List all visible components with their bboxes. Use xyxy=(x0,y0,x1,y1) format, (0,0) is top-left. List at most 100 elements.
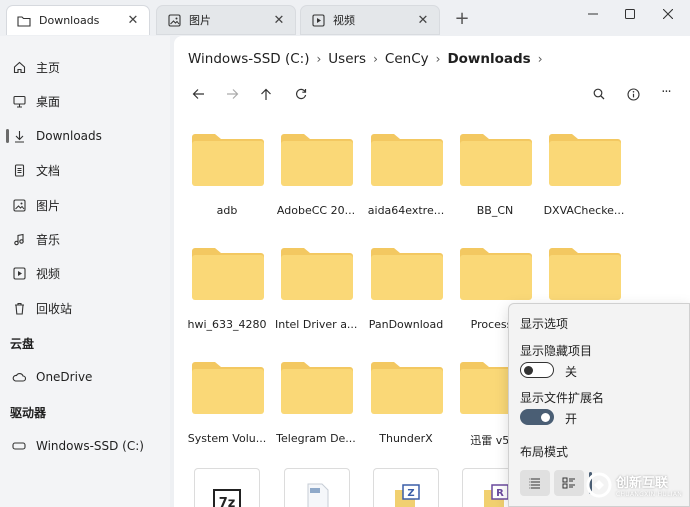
tab-videos[interactable]: 视频 ✕ xyxy=(300,5,440,35)
toggle-knob xyxy=(524,365,533,375)
plus-icon[interactable]: + xyxy=(452,8,472,29)
cloud-section-header: 云盘 xyxy=(10,337,35,351)
folder-item[interactable]: Intel Driver a... xyxy=(275,247,357,333)
file-item[interactable]: 7z xyxy=(194,468,260,507)
file-name: hwi_633_4280 xyxy=(187,318,267,331)
breadcrumb-separator[interactable]: › xyxy=(436,52,441,66)
sidebar-item-label: Downloads xyxy=(36,129,102,143)
toggle-knob xyxy=(541,412,550,422)
video-icon xyxy=(311,13,325,27)
close-tab-icon[interactable]: ✕ xyxy=(415,12,431,28)
sidebar-item-videos[interactable]: 视频 xyxy=(6,259,166,287)
close-tab-icon[interactable]: ✕ xyxy=(125,13,141,29)
more-options-button[interactable]: ··· xyxy=(654,80,678,104)
file-name: adb xyxy=(216,204,238,217)
folder-item[interactable]: BB_CN xyxy=(454,133,536,219)
file-name: System Volu... xyxy=(187,432,267,445)
svg-text:7z: 7z xyxy=(219,496,236,507)
layout-mode-label: 布局模式 xyxy=(520,445,569,459)
folder-item[interactable]: AdobeCC 20... xyxy=(275,133,357,219)
back-arrow-icon[interactable] xyxy=(186,82,210,106)
breadcrumb-segment[interactable]: Windows-SSD (C:) xyxy=(188,51,309,67)
file-name: Intel Driver a... xyxy=(275,318,357,331)
tab-downloads[interactable]: Downloads ✕ xyxy=(6,5,150,35)
folder-icon xyxy=(281,134,353,186)
folder-item[interactable]: adb xyxy=(186,133,268,219)
folder-item[interactable]: PanDownload xyxy=(365,247,447,333)
folder-icon xyxy=(460,248,532,300)
svg-text:R: R xyxy=(496,488,504,499)
sidebar-item-label: 回收站 xyxy=(36,301,73,316)
sidebar-item-label: 主页 xyxy=(36,60,61,75)
file-name: BB_CN xyxy=(476,204,514,217)
refresh-icon[interactable] xyxy=(289,82,313,106)
sidebar-item-downloads[interactable]: Downloads xyxy=(6,122,166,150)
sidebar-item-recycle-bin[interactable]: 回收站 xyxy=(6,294,166,322)
folder-item[interactable]: hwi_633_4280 xyxy=(186,247,268,333)
hidden-items-toggle[interactable] xyxy=(520,362,554,378)
breadcrumb-segment[interactable]: CenCy xyxy=(385,51,429,67)
recycle-bin-icon xyxy=(12,301,26,315)
brand-logo-icon xyxy=(586,472,612,498)
file-name: DXVAChecke... xyxy=(543,204,625,217)
home-icon xyxy=(12,60,26,74)
extensions-state: 开 xyxy=(565,412,578,426)
info-icon[interactable] xyxy=(621,82,645,106)
folder-item[interactable]: DXVAChecke... xyxy=(543,133,625,219)
search-icon[interactable] xyxy=(587,82,611,106)
up-arrow-icon[interactable] xyxy=(254,82,278,106)
folder-icon xyxy=(17,14,31,28)
breadcrumb-separator[interactable]: › xyxy=(538,52,543,66)
layout-list-button[interactable] xyxy=(520,470,550,496)
document-icon xyxy=(12,163,26,177)
sidebar-item-label: Windows-SSD (C:) xyxy=(36,439,144,453)
folder-item[interactable] xyxy=(543,247,625,307)
video-icon xyxy=(12,266,26,280)
folder-item[interactable]: ThunderX xyxy=(365,361,447,447)
hidden-items-label: 显示隐藏项目 xyxy=(520,344,593,358)
folder-icon xyxy=(371,248,443,300)
sidebar-item-home[interactable]: 主页 xyxy=(6,53,166,81)
folder-icon xyxy=(371,362,443,414)
extensions-toggle[interactable] xyxy=(520,409,554,425)
close-tab-icon[interactable]: ✕ xyxy=(271,12,287,28)
sidebar-item-drive-c[interactable]: Windows-SSD (C:) xyxy=(6,432,166,460)
sidebar-item-onedrive[interactable]: OneDrive xyxy=(6,363,166,391)
sidebar-item-music[interactable]: 音乐 xyxy=(6,225,166,253)
file-item[interactable] xyxy=(284,468,350,507)
title-bar: Downloads ✕ 图片 ✕ 视频 ✕ + xyxy=(0,0,690,36)
folder-item[interactable]: aida64extre... xyxy=(365,133,447,219)
tab-pictures[interactable]: 图片 ✕ xyxy=(156,5,296,35)
details-layout-icon xyxy=(562,477,575,489)
breadcrumb: Windows-SSD (C:) › Users › CenCy › Downl… xyxy=(188,51,550,67)
cloud-icon xyxy=(12,370,26,384)
folder-icon xyxy=(192,248,264,300)
file-item[interactable]: Z xyxy=(373,468,439,507)
close-icon[interactable] xyxy=(653,4,683,24)
sidebar-item-label: 文档 xyxy=(36,163,61,178)
sidebar-item-desktop[interactable]: 桌面 xyxy=(6,87,166,115)
desktop-icon xyxy=(12,94,26,108)
forward-arrow-icon[interactable] xyxy=(220,82,244,106)
file-name: PanDownload xyxy=(368,318,444,331)
list-layout-icon xyxy=(529,478,540,489)
maximize-icon[interactable] xyxy=(615,4,645,24)
breadcrumb-segment[interactable]: Users xyxy=(328,51,366,67)
sidebar-item-label: 音乐 xyxy=(36,232,61,247)
breadcrumb-separator[interactable]: › xyxy=(316,52,321,66)
tab-label: 图片 xyxy=(189,14,211,27)
archive-rar-icon: R xyxy=(484,484,509,507)
layout-details-button[interactable] xyxy=(554,470,584,496)
sidebar-item-documents[interactable]: 文档 xyxy=(6,156,166,184)
folder-icon xyxy=(281,248,353,300)
breadcrumb-current[interactable]: Downloads xyxy=(447,51,530,67)
sidebar-item-label: 桌面 xyxy=(36,94,61,109)
sidebar-item-pictures[interactable]: 图片 xyxy=(6,191,166,219)
archive-zip-icon: Z xyxy=(395,484,420,507)
download-icon xyxy=(12,129,26,143)
folder-item[interactable]: System Volu... xyxy=(186,361,268,447)
breadcrumb-separator[interactable]: › xyxy=(373,52,378,66)
minimize-icon[interactable] xyxy=(578,4,608,24)
folder-item[interactable]: Telegram De... xyxy=(275,361,357,447)
folder-icon xyxy=(192,362,264,414)
